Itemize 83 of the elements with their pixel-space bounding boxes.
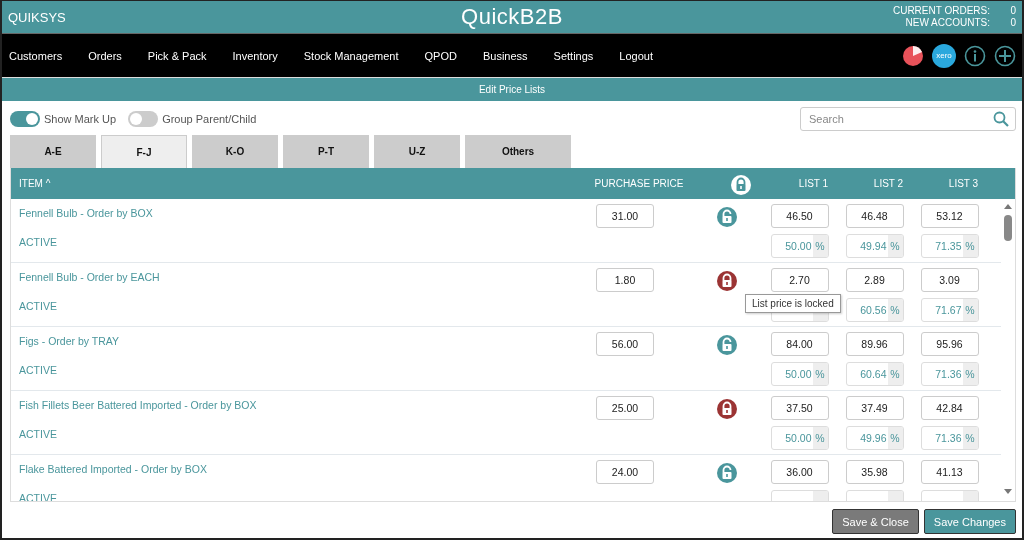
price-field[interactable]: 41.13 [920,460,979,484]
price-field[interactable]: 89.96 [845,332,904,356]
price-field[interactable]: 95.96 [920,332,979,356]
markup-field[interactable]: 49.94 % [845,234,904,258]
lock-icon[interactable] [717,399,737,419]
price-field[interactable]: 46.50 [770,204,829,228]
price-field[interactable]: 25.00 [596,396,654,420]
item-name[interactable]: Figs - Order by TRAY [19,335,558,347]
lock-icon[interactable] [717,207,737,227]
tab[interactable]: Others [465,135,571,168]
item-status: ACTIVE [19,236,58,248]
nav-link[interactable]: Pick & Pack [147,49,207,62]
markup-field[interactable]: 49.96 % [845,426,904,450]
column-header: PURCHASE PRICE [593,178,685,189]
company-name: QUIKSYS [8,9,66,25]
lock-icon[interactable] [717,335,737,355]
add-icon[interactable] [994,44,1016,67]
tab[interactable]: K-O [192,135,278,168]
column-header: LIST 1 [797,178,830,189]
search-field[interactable]: Search [800,107,1016,131]
nav-link[interactable]: Business [482,49,528,62]
markup-field[interactable]: 50.00 % [770,362,829,386]
price-field[interactable]: 31.00 [596,204,654,228]
price-field[interactable]: 46.48 [845,204,904,228]
lock-icon[interactable] [717,271,737,291]
markup-field[interactable]: 71.67 % [920,298,979,322]
counter-value: 0 [1009,17,1016,29]
price-field[interactable]: 37.49 [845,396,904,420]
price-field[interactable]: 53.12 [920,204,979,228]
pie-chart-icon[interactable] [902,44,924,67]
column-header: LIST 3 [947,178,980,189]
app-logo: QuickB2B [461,4,563,30]
toggle-switch[interactable] [128,111,159,127]
tab[interactable]: P-T [283,135,369,168]
markup-field[interactable]: 71.36 % [920,362,979,386]
price-field[interactable]: 24.00 [596,460,654,484]
markup-field[interactable]: 60.64 % [845,362,904,386]
nav-link[interactable]: Inventory [232,49,278,62]
nav-link[interactable]: Customers [9,49,63,62]
toggle-switch[interactable] [10,111,40,127]
markup-field[interactable]: 71.36 % [920,426,979,450]
nav-link[interactable]: Stock Management [303,49,399,62]
tab[interactable]: F-J [101,135,187,168]
toggle-label: Group Parent/Child [162,113,257,125]
counter-label: CURRENT ORDERS: [892,5,990,17]
markup-field[interactable]: 50.00 % [770,426,829,450]
price-field[interactable]: 2.70 [770,268,829,292]
page-title: Edit Price Lists [2,77,1022,101]
price-field[interactable]: 2.89 [845,268,904,292]
nav-link[interactable]: Settings [553,49,594,62]
info-icon[interactable] [964,44,986,67]
item-name[interactable]: Flake Battered Imported - Order by BOX [19,463,558,475]
nav-link[interactable]: QPOD [424,49,457,62]
price-field[interactable]: 35.98 [845,460,904,484]
save-button[interactable]: Save & Close [832,509,919,534]
tab[interactable]: A-E [10,135,96,168]
price-field[interactable]: 36.00 [770,460,829,484]
tab[interactable]: U-Z [374,135,460,168]
search-icon[interactable] [993,111,1009,127]
item-status: ACTIVE [19,364,58,376]
price-field[interactable]: 42.84 [920,396,979,420]
price-field[interactable]: 84.00 [770,332,829,356]
markup-field[interactable]: 71.35 % [920,234,979,258]
counter-label: NEW ACCOUNTS: [905,17,990,29]
counter-value: 0 [1009,5,1016,17]
markup-field[interactable]: 60.56 % [845,298,904,322]
item-name[interactable]: Fish Fillets Beer Battered Imported - Order by BOX [19,399,558,411]
lock-icon[interactable] [731,175,751,195]
tooltip: List price is locked [745,294,841,313]
price-field[interactable]: 1.80 [596,268,654,292]
nav-link[interactable]: Logout [619,49,653,62]
markup-field[interactable]: 50.00 % [770,234,829,258]
price-field[interactable]: 37.50 [770,396,829,420]
toggle-label: Show Mark Up [44,113,117,125]
lock-icon[interactable] [717,463,737,483]
nav-link[interactable]: Orders [88,49,122,62]
item-status: ACTIVE [19,300,58,312]
price-field[interactable]: 56.00 [596,332,654,356]
item-status: ACTIVE [19,428,58,440]
price-field[interactable]: 3.09 [920,268,979,292]
column-header: LIST 2 [872,178,905,189]
item-name[interactable]: Fennell Bulb - Order by EACH [19,271,558,283]
item-name[interactable]: Fennell Bulb - Order by BOX [19,207,558,219]
